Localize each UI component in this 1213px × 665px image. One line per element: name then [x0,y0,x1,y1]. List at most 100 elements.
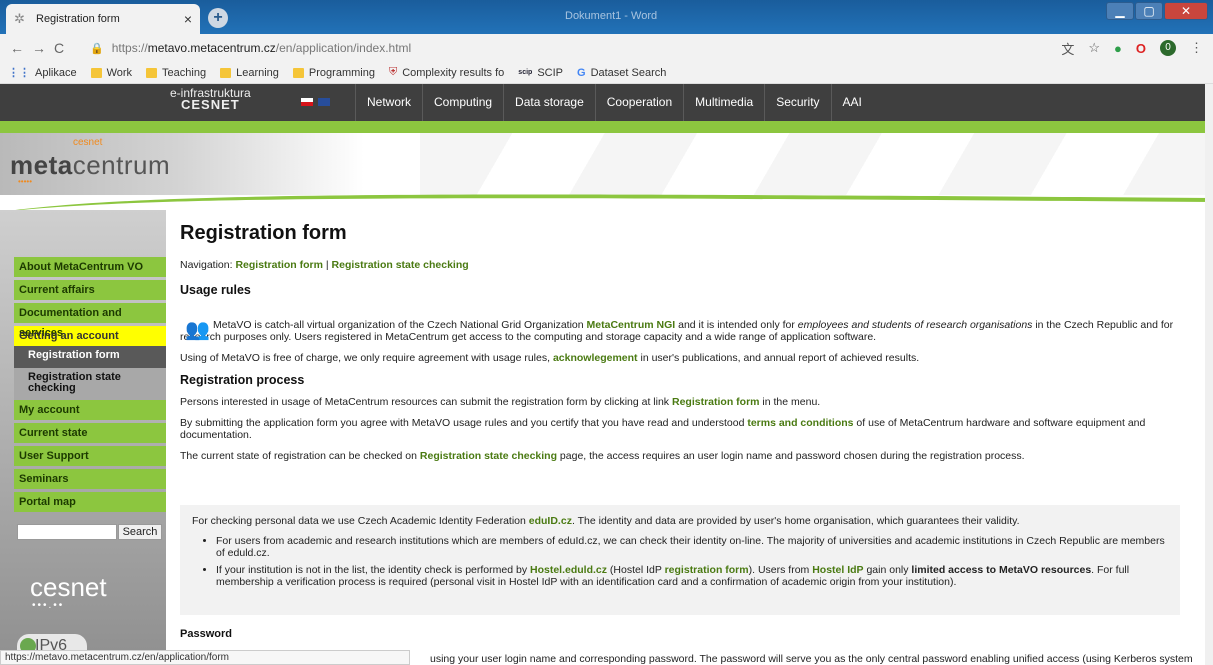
metacentrum-logo[interactable]: metacentrum [10,150,170,181]
password-heading: Password [180,628,232,640]
process-paragraph-1: Persons interested in usage of MetaCentr… [180,396,821,408]
window-title: Dokument1 - Word [565,10,658,22]
list-item: For users from academic and research ins… [216,535,1168,559]
sidebar-item-getting-account[interactable]: Getting an account [14,326,166,346]
lock-icon[interactable]: 🔒 [90,42,104,55]
sidebar-item-current-affairs[interactable]: Current affairs [14,280,166,300]
bookmark-dataset-search[interactable]: G Dataset Search [577,67,666,79]
maximize-button[interactable]: ▢ [1135,2,1163,20]
sidebar-item-my-account[interactable]: My account [14,400,166,420]
sidebar-item-current-state[interactable]: Current state [14,423,166,443]
folder-icon [292,67,304,78]
window-controls: ▁ ▢ ✕ [1106,2,1208,20]
einfra-logo[interactable]: e-infrastruktura CESNET [170,87,251,111]
close-window-button[interactable]: ✕ [1164,2,1208,20]
navigation-line: Navigation: Registration form | Registra… [180,259,469,271]
nav-network[interactable]: Network [355,84,422,121]
bookmark-scip[interactable]: scip SCIP [518,67,563,79]
green-swoosh [0,194,1213,212]
sidebar-subitem-state-checking[interactable]: Registration state checking [14,368,166,400]
forward-icon[interactable]: → [32,40,54,56]
language-flags [301,98,330,106]
new-tab-button[interactable]: + [208,8,228,28]
bookmark-apps[interactable]: ⋮⋮ Aplikace [8,66,77,80]
search-input[interactable] [17,524,117,540]
bookmark-teaching[interactable]: Teaching [146,67,206,79]
url-host: metavo.metacentrum.cz [147,41,276,55]
folder-icon [146,67,158,78]
sidebar-item-seminars[interactable]: Seminars [14,469,166,489]
link-registration-form-inline[interactable]: Registration form [672,396,760,408]
bookmark-star-icon[interactable]: ☆ [1088,40,1100,56]
bookmark-work[interactable]: Work [90,67,132,79]
logo-cesnet-tag: cesnet [73,137,103,148]
czech-flag-icon[interactable] [301,98,313,106]
link-terms-and-conditions[interactable]: terms and conditions [747,417,853,429]
browser-titlebar: ✲ Registration form × + Dokument1 - Word… [0,0,1213,34]
bookmark-learning[interactable]: Learning [220,67,279,79]
nav-computing[interactable]: Computing [422,84,503,121]
usage-paragraph-2: Using of MetaVO is free of charge, we on… [180,352,920,364]
address-bar-row: ← → C 🔒 https://metavo.metacentrum.cz/en… [0,34,1213,62]
link-hostel-eduid[interactable]: Hostel.eduld.cz [530,564,607,576]
menu-dots-icon[interactable]: ⋮ [1190,40,1203,56]
link-metacentrum-ngi[interactable]: MetaCentrum NGI [587,319,676,331]
sidebar-menu: About MetaCentrum VO Current affairs Doc… [14,257,166,515]
usage-paragraph-1: MetaVO is catch-all virtual organization… [180,319,1174,343]
green-stripe [0,121,1213,133]
minimize-button[interactable]: ▁ [1106,2,1134,20]
banner-stripes [420,133,1210,195]
sidebar-item-about[interactable]: About MetaCentrum VO [14,257,166,277]
link-acknowlegement[interactable]: acknowlegement [553,352,638,364]
toolbar-icons: 文 ☆ ● O 0 ⋮ [1061,39,1203,58]
search-button[interactable]: Search [118,524,162,540]
back-icon[interactable]: ← [10,40,32,56]
scip-icon: scip [518,69,533,76]
list-item: If your institution is not in the list, … [216,564,1168,588]
grammarly-extension-icon[interactable]: ● [1114,41,1122,56]
url-path: /en/application/index.html [275,41,412,55]
link-registration-form[interactable]: Registration form [235,259,323,271]
identity-paragraph: For checking personal data we use Czech … [192,515,1020,527]
reload-icon[interactable]: C [54,40,76,56]
main-content: Registration form Navigation: Registrati… [180,222,1200,665]
uk-flag-icon[interactable] [318,98,330,106]
cesnet-logo[interactable]: cesnet [30,572,107,603]
nav-data-storage[interactable]: Data storage [503,84,595,121]
nav-cooperation[interactable]: Cooperation [594,84,683,121]
sidebar-item-user-support[interactable]: User Support [14,446,166,466]
logo-dots: ••••• [18,177,33,186]
sidebar-item-documentation[interactable]: Documentation and services [14,303,166,339]
extension-badge[interactable]: 0 [1160,40,1176,56]
page-title: Registration form [180,222,347,244]
cesnet-logo-dots: •••.•• [32,600,65,611]
bookmark-complexity[interactable]: ⛨ Complexity results fo [389,66,504,79]
link-state-checking-inline[interactable]: Registration state checking [420,450,557,462]
main-nav: Network Computing Data storage Cooperati… [355,84,873,121]
favicon-icon: ✲ [14,11,25,26]
status-bar-url: https://metavo.metacentrum.cz/en/applica… [0,650,410,665]
banner [0,133,1213,195]
identity-list: For users from academic and research ins… [216,535,1168,588]
link-hostel-registration-form[interactable]: registration form [665,564,749,576]
nav-security[interactable]: Security [764,84,830,121]
folder-icon [90,67,102,78]
translate-icon[interactable]: 文 [1061,39,1074,58]
url-field[interactable]: https://metavo.metacentrum.cz/en/applica… [112,41,412,55]
tab-close-button[interactable]: × [184,11,192,27]
person-icon: 👥 [185,319,210,341]
google-icon: G [577,66,586,79]
registration-process-heading: Registration process [180,373,305,387]
bookmark-programming[interactable]: Programming [292,67,375,79]
opera-extension-icon[interactable]: O [1136,41,1146,56]
sidebar-subitem-registration-form[interactable]: Registration form [14,346,166,368]
tab-title: Registration form [36,13,120,25]
link-registration-state[interactable]: Registration state checking [332,259,469,271]
link-hostel-idp[interactable]: Hostel IdP [812,564,863,576]
scrollbar[interactable] [1205,84,1213,665]
browser-tab[interactable]: ✲ Registration form × [6,4,200,34]
nav-multimedia[interactable]: Multimedia [683,84,764,121]
nav-aai[interactable]: AAI [830,84,873,121]
link-eduid[interactable]: eduID.cz [529,515,572,527]
sidebar-item-portal-map[interactable]: Portal map [14,492,166,512]
